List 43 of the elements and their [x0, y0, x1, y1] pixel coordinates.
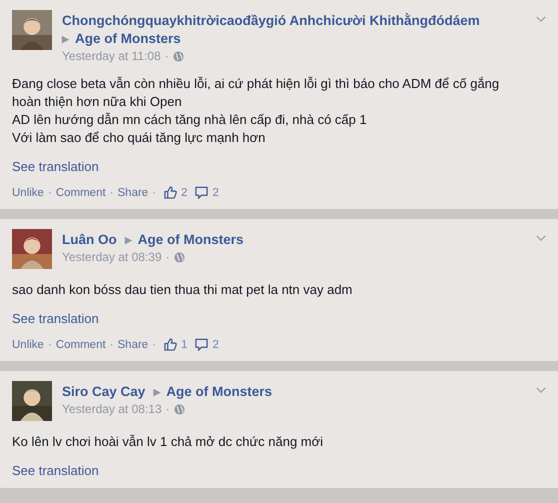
page-link[interactable]: Age of Monsters — [75, 30, 181, 48]
comment-icon[interactable] — [195, 186, 208, 199]
separator: · — [166, 250, 170, 264]
post-text: Đang close beta vẫn còn nhiều lỗi, ai cứ phát hiện lỗi gì thì báo cho ADM để cố gắng hoàn thiện hơn nữa khi Open — [12, 75, 500, 111]
separator: · — [48, 338, 52, 350]
arrow-icon: ▶ — [124, 231, 132, 249]
separator: · — [166, 402, 170, 416]
arrow-icon: ▶ — [62, 30, 69, 48]
action-link[interactable]: Share — [118, 186, 148, 198]
page-link[interactable]: Age of Monsters — [138, 231, 244, 249]
post-text: Với làm sao để cho quái tăng lực mạnh hơn — [12, 129, 266, 147]
separator: · — [110, 186, 114, 198]
action-link[interactable]: Share — [118, 338, 148, 350]
globe-icon — [174, 404, 185, 414]
separator: · — [110, 338, 114, 350]
comment-icon[interactable] — [195, 338, 208, 351]
see-translation-link[interactable]: See translation — [12, 463, 99, 478]
globe-icon — [172, 50, 184, 62]
thumbs-up-icon[interactable] — [164, 338, 178, 351]
separator: · — [164, 49, 169, 63]
author-link[interactable]: Luân Oo — [62, 231, 117, 249]
post-text: sao danh kon bóss dau tien thua thi mat pet la ntn vay adm — [12, 281, 354, 299]
action-link[interactable]: Comment — [56, 186, 106, 198]
post-text: AD lên hướng dẫn mn cách tăng nhà lên cấp đi, nhà có cấp 1 — [12, 111, 368, 129]
globe-icon — [174, 252, 185, 262]
see-translation-link[interactable]: See translation — [12, 159, 99, 174]
separator: · — [152, 186, 156, 198]
action-link[interactable]: Unlike — [12, 186, 44, 198]
separator: · — [48, 186, 52, 198]
author-link[interactable]: Siro Cay Cay — [62, 383, 146, 401]
like-count: 2 — [181, 186, 188, 198]
post-text: Ko lên lv chơi hoài vẫn lv 1 chả mở dc chức năng mới — [12, 433, 324, 451]
author-link[interactable]: Chongchóngquaykhitrờicaođầygió Anhchỉcười Khithằngđódáem — [62, 12, 480, 30]
action-link[interactable]: Comment — [56, 338, 106, 350]
see-translation-link[interactable]: See translation — [12, 311, 99, 326]
separator: · — [152, 338, 156, 350]
comment-count: 2 — [212, 186, 219, 198]
page-link[interactable]: Age of Monsters — [166, 383, 272, 401]
thumbs-up-icon[interactable] — [164, 186, 178, 199]
action-link[interactable]: Unlike — [12, 338, 44, 350]
comment-count: 2 — [212, 338, 219, 350]
arrow-icon: ▶ — [153, 383, 160, 401]
like-count: 1 — [181, 338, 188, 350]
